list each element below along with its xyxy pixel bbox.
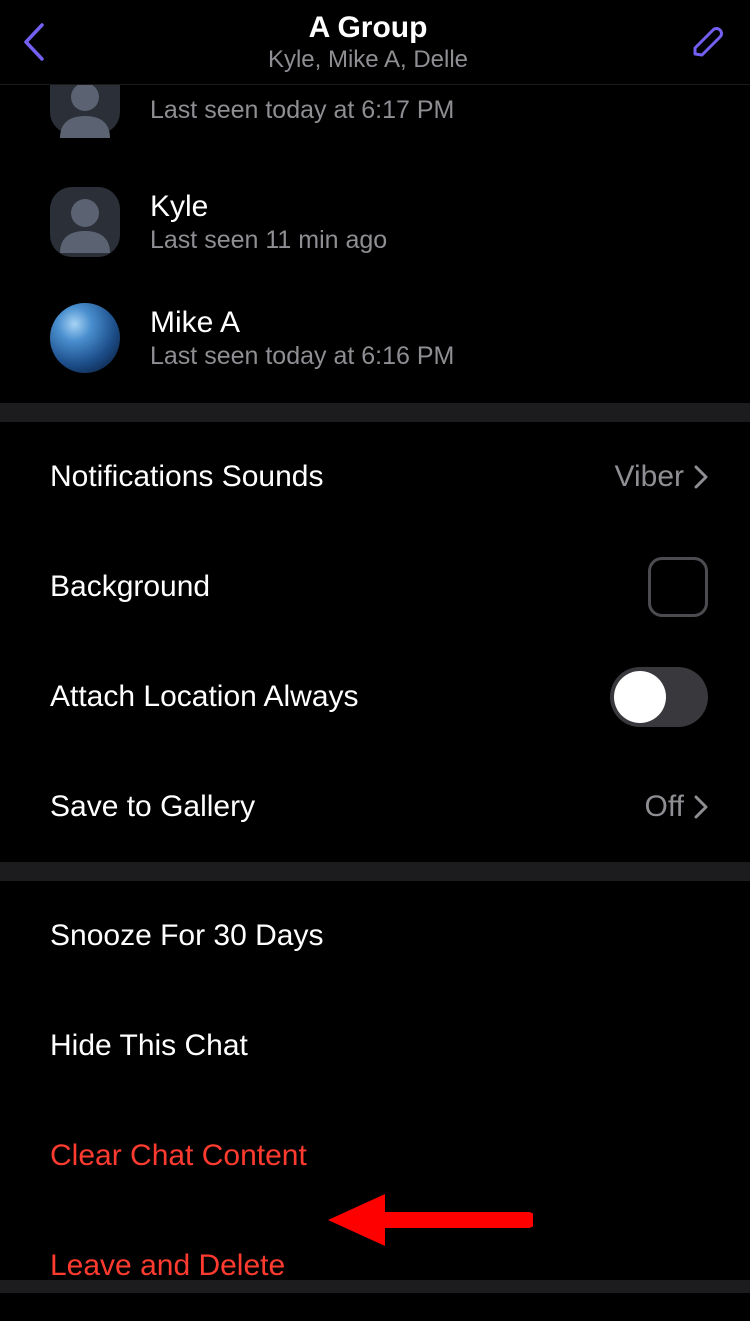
setting-value: Viber: [615, 460, 709, 494]
background-thumbnail: [648, 557, 708, 617]
navbar: A Group Kyle, Mike A, Delle: [0, 0, 750, 85]
actions-section: Snooze For 30 Days Hide This Chat Clear …: [0, 881, 750, 1321]
bottom-bar: [0, 1280, 750, 1293]
person-icon: [50, 85, 120, 144]
members-list: Last seen today at 6:17 PM Kyle Last see…: [0, 85, 750, 403]
chevron-right-icon: [694, 465, 708, 489]
attach-location-toggle[interactable]: [610, 667, 708, 727]
section-divider: [0, 862, 750, 881]
action-label: Clear Chat Content: [50, 1139, 307, 1173]
background-row[interactable]: Background: [0, 532, 750, 642]
setting-label: Attach Location Always: [50, 680, 359, 714]
page-title: A Group: [54, 11, 682, 44]
member-status: Last seen today at 6:16 PM: [150, 342, 454, 371]
settings-section: Notifications Sounds Viber Background At…: [0, 422, 750, 862]
back-button[interactable]: [14, 22, 54, 62]
chevron-right-icon: [694, 795, 708, 819]
action-label: Leave and Delete: [50, 1249, 285, 1283]
member-name: Kyle: [150, 190, 387, 224]
back-icon: [23, 23, 45, 61]
avatar-generic: [50, 187, 120, 257]
action-label: Hide This Chat: [50, 1029, 248, 1063]
attach-location-row[interactable]: Attach Location Always: [0, 642, 750, 752]
toggle-knob: [614, 671, 666, 723]
title-block: A Group Kyle, Mike A, Delle: [54, 11, 682, 74]
avatar-image: [50, 303, 120, 373]
member-status: Last seen 11 min ago: [150, 226, 387, 255]
member-row[interactable]: Kyle Last seen 11 min ago: [0, 175, 750, 269]
setting-label: Notifications Sounds: [50, 460, 324, 494]
edit-button[interactable]: [682, 17, 732, 67]
action-label: Snooze For 30 Days: [50, 919, 323, 953]
person-icon: [50, 187, 120, 257]
pencil-icon: [688, 23, 726, 61]
section-divider: [0, 403, 750, 422]
page-subtitle: Kyle, Mike A, Delle: [54, 46, 682, 74]
avatar-generic: [50, 85, 120, 134]
snooze-row[interactable]: Snooze For 30 Days: [0, 881, 750, 991]
member-name: Mike A: [150, 306, 454, 340]
notifications-sounds-row[interactable]: Notifications Sounds Viber: [0, 422, 750, 532]
hide-chat-row[interactable]: Hide This Chat: [0, 991, 750, 1101]
save-to-gallery-row[interactable]: Save to Gallery Off: [0, 752, 750, 862]
leave-delete-row[interactable]: Leave and Delete: [0, 1211, 750, 1321]
clear-chat-row[interactable]: Clear Chat Content: [0, 1101, 750, 1211]
setting-label: Save to Gallery: [50, 790, 255, 824]
member-row[interactable]: Mike A Last seen today at 6:16 PM: [0, 291, 750, 385]
member-row[interactable]: Last seen today at 6:17 PM: [0, 85, 750, 145]
member-status: Last seen today at 6:17 PM: [150, 96, 454, 125]
setting-value: Off: [645, 790, 708, 824]
setting-label: Background: [50, 570, 210, 604]
